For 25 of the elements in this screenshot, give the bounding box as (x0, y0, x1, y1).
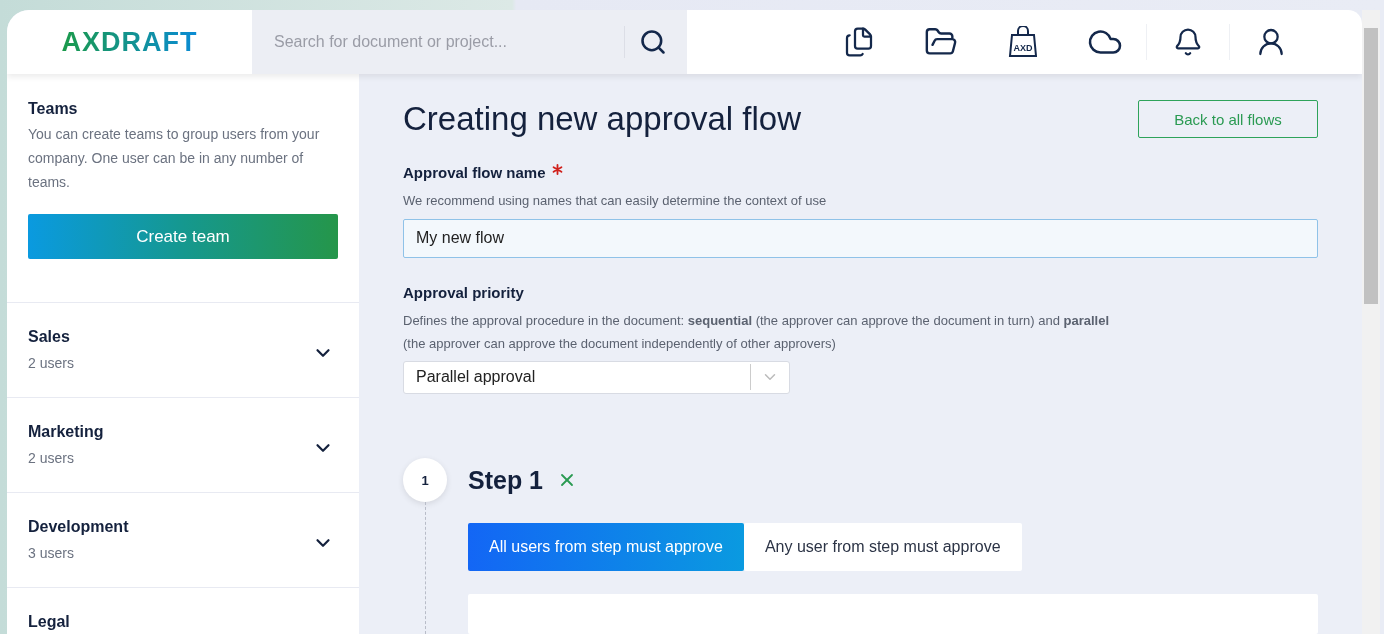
page-title: Creating new approval flow (403, 100, 802, 138)
bag-button[interactable]: AXD (982, 26, 1064, 58)
team-user-count: 3 users (28, 545, 75, 561)
team-user-count: 2 users (28, 450, 75, 466)
approval-mode-tab[interactable]: All users from step must approve (468, 523, 744, 571)
field-label: Approval flow name (403, 164, 546, 181)
step-number: 1 (403, 458, 447, 502)
team-user-count: 2 users (28, 355, 75, 371)
team-name: Legal (28, 613, 71, 631)
priority-select[interactable]: Parallel approval (403, 360, 790, 394)
field-hint: We recommend using names that can easily determine the context of use (403, 192, 828, 210)
scrollbar[interactable] (1362, 10, 1380, 634)
field-hint: Defines the approval procedure in the document: sequential (the approver can approve the document in turn) and parallel (403, 311, 1111, 330)
team-name: Sales (28, 328, 71, 346)
sidebar-title: Teams (28, 100, 79, 118)
sidebar-description: You can create teams to group users from your company. One user can be in any number of teams. (28, 125, 321, 192)
team-name: Development (28, 518, 130, 536)
step-title: Step 1 (468, 465, 544, 495)
create-team-button[interactable]: Create team (28, 214, 338, 259)
flow-name-input[interactable]: My new flow (403, 219, 1318, 258)
field-label: Approval priority (403, 283, 524, 301)
search-icon[interactable] (639, 28, 667, 56)
field-hint: (the approver can approve the document independently of other approvers) (403, 334, 837, 353)
team-name: Marketing (28, 423, 105, 441)
approval-mode-tab[interactable]: Any user from step must approve (743, 523, 1022, 571)
